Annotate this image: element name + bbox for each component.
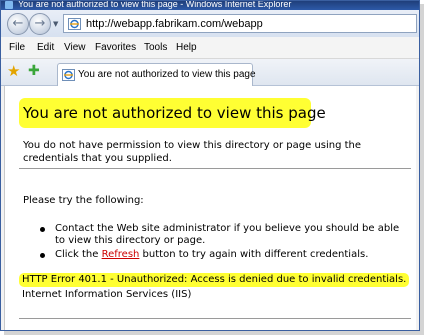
refresh-link[interactable]: Refresh [102, 249, 140, 260]
back-arrow-icon: ← [12, 16, 24, 31]
bullet-icon [40, 253, 45, 258]
menu-tools[interactable]: Tools [144, 42, 167, 54]
title-bar: You are not authorized to view this page… [1, 1, 419, 10]
menu-help[interactable]: Help [176, 42, 197, 54]
favorites-star-icon[interactable]: ★ [7, 64, 20, 79]
page-title: You are not authorized to view this page [19, 98, 326, 128]
click-suffix-text: button to try again with different crede… [139, 249, 369, 260]
menu-bar: File Edit View Favorites Tools Help [1, 37, 419, 59]
server-name-text: Internet Information Services (IIS) [22, 289, 192, 300]
page-content: You are not authorized to view this page… [4, 86, 416, 330]
menu-edit[interactable]: Edit [37, 42, 54, 54]
divider [19, 318, 411, 319]
add-favorites-icon[interactable]: ✚ [28, 64, 40, 79]
menu-favorites[interactable]: Favorites [95, 42, 136, 54]
bullet-icon [40, 227, 45, 232]
list-item: Contact the Web site administrator if yo… [39, 223, 409, 247]
list-item: Click the Refresh button to try again wi… [39, 249, 409, 261]
back-button[interactable]: ← [7, 13, 29, 35]
click-prefix-text: Click the [55, 249, 102, 260]
window-title: You are not authorized to view this page… [18, 1, 292, 9]
window-shadow [420, 4, 424, 335]
ie-page-icon [62, 69, 75, 81]
tab-bar: ★ ✚ You are not authorized to view this … [1, 59, 419, 86]
navigation-bar: ← → ▼ http://webapp.fabrikam.com/webapp [1, 10, 419, 37]
suggestion-list: Contact the Web site administrator if yo… [39, 223, 409, 263]
divider [19, 168, 411, 169]
address-url[interactable]: http://webapp.fabrikam.com/webapp [86, 17, 263, 31]
contact-admin-text: Contact the Web site administrator if yo… [55, 223, 400, 246]
menu-file[interactable]: File [9, 42, 25, 54]
ie-app-icon [5, 1, 13, 9]
forward-arrow-icon: → [34, 16, 46, 31]
permission-description: You do not have permission to view this … [23, 140, 362, 164]
forward-button[interactable]: → [29, 13, 51, 35]
window-shadow [4, 331, 424, 335]
ie-page-icon [68, 18, 81, 30]
menu-view[interactable]: View [64, 42, 86, 54]
try-intro-text: Please try the following: [23, 195, 144, 206]
http-error-text: HTTP Error 401.1 - Unauthorized: Access … [19, 273, 410, 287]
tab-current-page[interactable]: You are not authorized to view this page [57, 63, 256, 86]
browser-window: You are not authorized to view this page… [0, 0, 420, 331]
tab-title: You are not authorized to view this page [78, 69, 256, 80]
recent-pages-dropdown-icon[interactable]: ▼ [53, 21, 58, 28]
address-bar[interactable]: http://webapp.fabrikam.com/webapp [63, 14, 417, 33]
